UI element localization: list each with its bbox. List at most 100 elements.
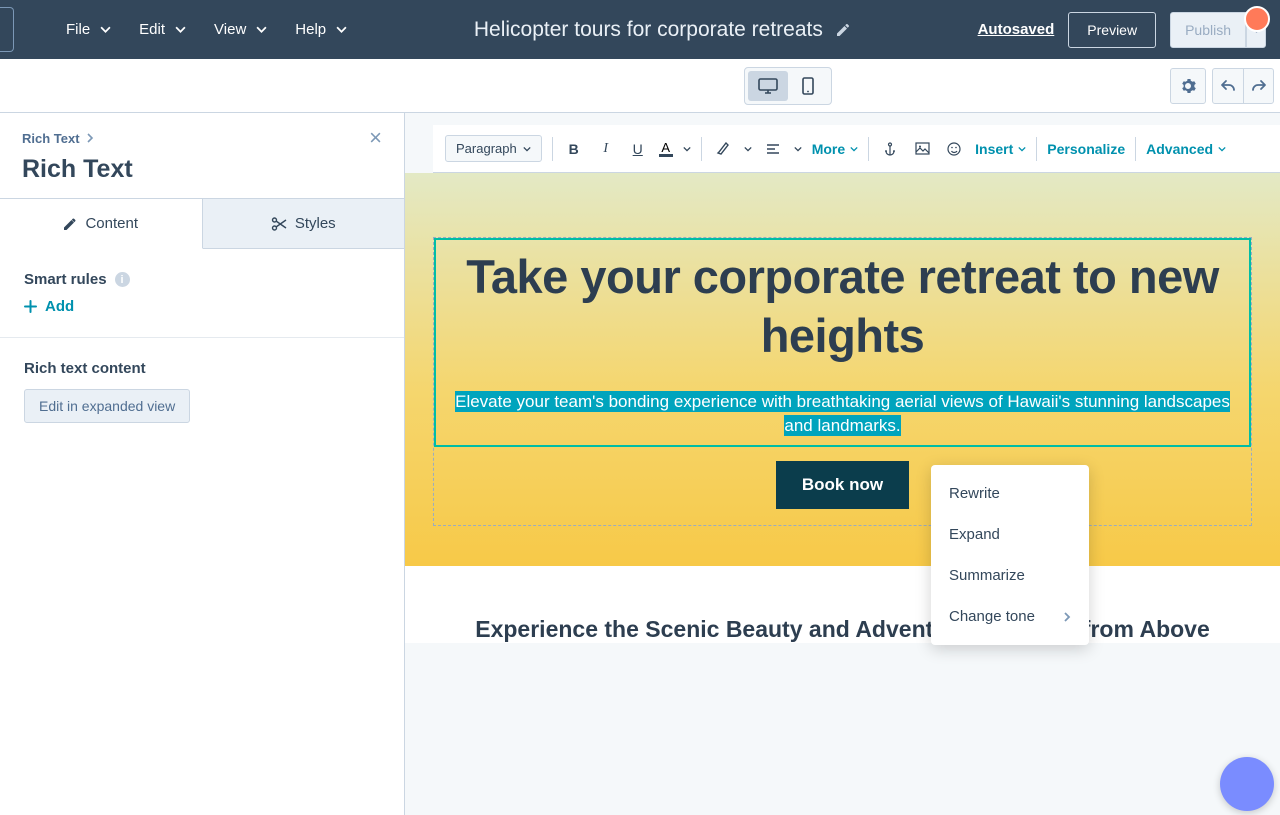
device-row — [0, 59, 1280, 113]
chevron-down-icon — [336, 24, 347, 35]
device-right-tools — [1170, 68, 1274, 104]
scissors-icon — [271, 217, 287, 231]
emoji-icon — [947, 142, 961, 156]
info-icon[interactable]: i — [115, 272, 130, 287]
chat-bubble[interactable] — [1220, 757, 1274, 811]
personalize-button[interactable]: Personalize — [1047, 141, 1125, 157]
bold-button[interactable]: B — [563, 141, 585, 157]
align-icon — [766, 143, 780, 155]
hero-section: Take your corporate retreat to new heigh… — [405, 173, 1280, 566]
menu-file-label: File — [66, 21, 90, 38]
menu-item-change-tone[interactable]: Change tone — [931, 596, 1089, 637]
rich-text-block[interactable]: Take your corporate retreat to new heigh… — [433, 237, 1252, 526]
mobile-icon — [802, 77, 814, 95]
sidebar-body: Smart rules i Add Rich text content Edit… — [0, 249, 404, 445]
align-button[interactable] — [762, 143, 784, 155]
image-button[interactable] — [911, 142, 933, 155]
chevron-down-icon — [1018, 145, 1026, 153]
breadcrumb-label: Rich Text — [22, 131, 80, 146]
anchor-icon — [884, 142, 896, 156]
desktop-icon — [758, 78, 778, 94]
sidebar: Rich Text × Rich Text Content Styles — [0, 113, 405, 815]
add-smart-rule[interactable]: Add — [24, 298, 380, 315]
chevron-down-icon[interactable] — [683, 145, 691, 153]
divider — [0, 337, 404, 338]
edit-expanded-view-button[interactable]: Edit in expanded view — [24, 389, 190, 423]
chevron-down-icon — [850, 145, 858, 153]
close-button[interactable]: × — [369, 127, 382, 149]
text-color-button[interactable]: A — [659, 141, 673, 157]
device-desktop[interactable] — [748, 71, 788, 101]
pencil-icon — [63, 217, 77, 231]
hero-subcopy[interactable]: Elevate your team's bonding experience w… — [455, 391, 1230, 437]
sidebar-header-row: Rich Text × — [0, 113, 404, 149]
highlight-button[interactable] — [712, 142, 734, 156]
smart-rules-row: Smart rules i — [24, 271, 380, 288]
tab-styles[interactable]: Styles — [203, 199, 405, 249]
ai-context-menu: Rewrite Expand Summarize Change tone — [931, 465, 1089, 645]
paragraph-dropdown[interactable]: Paragraph — [445, 135, 542, 162]
tab-content[interactable]: Content — [0, 199, 203, 249]
more-dropdown[interactable]: More — [812, 141, 858, 157]
menu-item-expand[interactable]: Expand — [931, 514, 1089, 555]
chevron-down-icon[interactable] — [794, 145, 802, 153]
plus-icon — [24, 300, 37, 313]
menu-edit[interactable]: Edit — [139, 21, 186, 38]
advanced-dropdown[interactable]: Advanced — [1146, 141, 1226, 157]
undo-button[interactable] — [1213, 69, 1243, 103]
emoji-button[interactable] — [943, 142, 965, 156]
breadcrumb[interactable]: Rich Text — [22, 131, 94, 146]
chevron-down-icon — [100, 24, 111, 35]
preview-button[interactable]: Preview — [1068, 12, 1156, 48]
menu-view[interactable]: View — [214, 21, 267, 38]
rewrite-label: Rewrite — [949, 485, 1000, 502]
chevron-down-icon — [1218, 145, 1226, 153]
more-label: More — [812, 141, 845, 157]
chevron-down-icon — [256, 24, 267, 35]
redo-button[interactable] — [1243, 69, 1273, 103]
topbar-left-group: File Edit View Help — [0, 7, 347, 52]
menu-item-summarize[interactable]: Summarize — [931, 555, 1089, 596]
separator — [868, 137, 869, 161]
publish-button[interactable]: Publish — [1170, 12, 1246, 48]
top-bar: File Edit View Help Helicopter tours for… — [0, 0, 1280, 59]
chevron-down-icon[interactable] — [744, 145, 752, 153]
underline-button[interactable]: U — [627, 141, 649, 157]
chevron-down-icon — [175, 24, 186, 35]
rich-text-selection: Take your corporate retreat to new heigh… — [434, 238, 1251, 447]
italic-button[interactable]: I — [595, 141, 617, 157]
settings-button[interactable] — [1170, 68, 1206, 104]
section2-heading: Experience the Scenic Beauty and Adventu… — [435, 616, 1250, 643]
menu-item-rewrite[interactable]: Rewrite — [931, 473, 1089, 514]
menu-file[interactable]: File — [66, 21, 111, 38]
menu-help[interactable]: Help — [295, 21, 347, 38]
chevron-right-icon — [86, 133, 94, 143]
redo-icon — [1251, 79, 1267, 93]
chevron-right-icon — [1063, 611, 1071, 623]
image-icon — [915, 142, 930, 155]
editor-toolbar: Paragraph B I U A More — [433, 125, 1280, 173]
avatar[interactable] — [1244, 6, 1270, 32]
chevron-down-icon — [523, 145, 531, 153]
separator — [1135, 137, 1136, 161]
topbar-right-group: Autosaved Preview Publish — [978, 12, 1266, 48]
separator — [701, 137, 702, 161]
undo-redo-group — [1212, 68, 1274, 104]
menu-edit-label: Edit — [139, 21, 165, 38]
device-mobile[interactable] — [788, 71, 828, 101]
menu-help-label: Help — [295, 21, 326, 38]
autosaved-status[interactable]: Autosaved — [978, 21, 1055, 38]
hero-headline[interactable]: Take your corporate retreat to new heigh… — [440, 244, 1245, 390]
add-label: Add — [45, 298, 74, 315]
device-toggle — [744, 67, 832, 105]
summarize-label: Summarize — [949, 567, 1025, 584]
sidebar-collapse-stub[interactable] — [0, 7, 14, 52]
anchor-button[interactable] — [879, 142, 901, 156]
change-tone-label: Change tone — [949, 608, 1035, 625]
insert-dropdown[interactable]: Insert — [975, 141, 1026, 157]
cta-button[interactable]: Book now — [776, 461, 909, 509]
paragraph-label: Paragraph — [456, 141, 517, 156]
pencil-icon[interactable] — [835, 22, 851, 38]
main-area: Rich Text × Rich Text Content Styles — [0, 113, 1280, 815]
menu-view-label: View — [214, 21, 246, 38]
